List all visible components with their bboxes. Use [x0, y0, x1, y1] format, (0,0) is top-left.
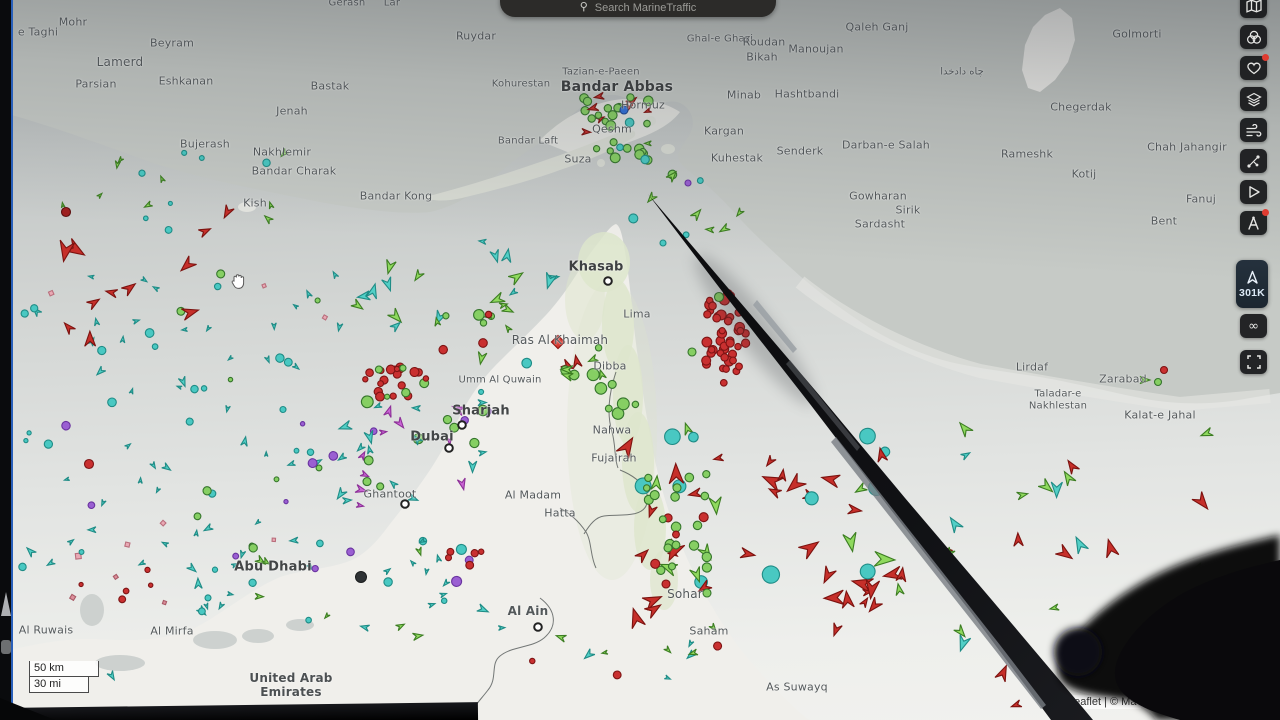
bezel-glyph — [1, 592, 11, 616]
bezel-glyph — [1, 640, 11, 654]
monitor-bezel-left — [0, 0, 13, 720]
foreground-objects — [648, 194, 1280, 720]
pen-silhouette — [648, 194, 1093, 720]
pen-highlight — [831, 437, 1046, 709]
bezel-accent-line — [11, 0, 13, 720]
monitor-screenshot: Gerash Lar Mohr e Taghi Beyram Lamerd Eshkanan… — [0, 0, 1280, 720]
hand-silhouette — [1054, 535, 1280, 720]
pen-edge-sheen — [786, 360, 860, 451]
